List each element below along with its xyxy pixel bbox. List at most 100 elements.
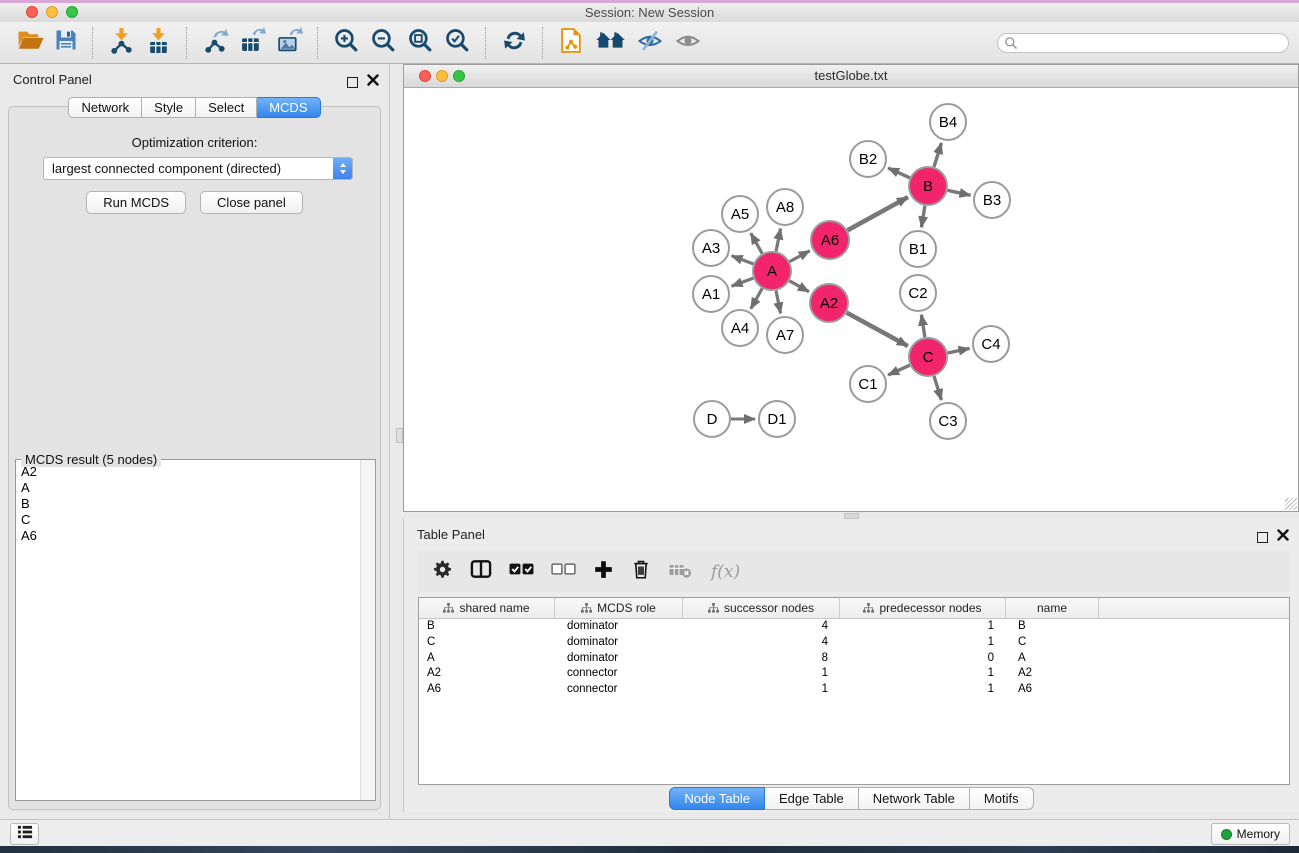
node-A3[interactable]: A3 — [693, 230, 729, 266]
cell[interactable]: 1 — [840, 666, 1006, 682]
edge-C-C2[interactable] — [921, 315, 925, 338]
node-A1[interactable]: A1 — [693, 276, 729, 312]
cell[interactable]: 1 — [840, 619, 1006, 635]
cell[interactable]: 1 — [840, 635, 1006, 651]
table-row-c[interactable]: Cdominator41C — [419, 635, 1289, 651]
tab-edge-table[interactable]: Edge Table — [765, 787, 859, 810]
first-neighbors-button[interactable] — [595, 28, 626, 58]
cell[interactable]: A — [419, 651, 555, 667]
node-B[interactable]: B — [909, 167, 947, 205]
node-A6[interactable]: A6 — [811, 221, 849, 259]
cell[interactable]: A6 — [419, 682, 555, 698]
cell[interactable]: A — [1006, 651, 1099, 667]
run-mcds-button[interactable]: Run MCDS — [86, 191, 186, 214]
edge-B-B3[interactable] — [948, 190, 971, 195]
tab-mcds[interactable]: MCDS — [257, 97, 320, 118]
task-history-button[interactable] — [10, 823, 39, 845]
edge-A-A2[interactable] — [789, 281, 809, 292]
edge-A-A5[interactable] — [751, 233, 762, 253]
cell[interactable]: B — [1006, 619, 1099, 635]
search-input[interactable] — [997, 33, 1289, 53]
zoom-selected-button[interactable] — [444, 28, 471, 58]
delete-table-button[interactable] — [668, 559, 692, 584]
cell[interactable]: A6 — [1006, 682, 1099, 698]
tab-network[interactable]: Network — [68, 97, 142, 118]
node-A4[interactable]: A4 — [722, 310, 758, 346]
edge-A-A7[interactable] — [776, 291, 781, 314]
new-network-from-selection-button[interactable] — [558, 28, 585, 58]
close-panel-icon[interactable] — [367, 73, 379, 91]
select-all-button[interactable] — [509, 562, 534, 581]
result-scrollbar[interactable] — [360, 460, 375, 800]
cell[interactable]: 8 — [683, 651, 840, 667]
cell[interactable]: A2 — [419, 666, 555, 682]
edge-A2-C[interactable] — [847, 313, 908, 346]
node-C1[interactable]: C1 — [850, 366, 886, 402]
close-panel-icon[interactable] — [1277, 528, 1289, 546]
minimize-window-button[interactable] — [46, 6, 58, 18]
edge-B-B1[interactable] — [921, 206, 925, 228]
tab-node-table[interactable]: Node Table — [669, 787, 765, 810]
zoom-out-button[interactable] — [370, 28, 397, 58]
apply-layout-button[interactable] — [501, 28, 528, 58]
cell[interactable]: connector — [555, 666, 683, 682]
cell[interactable]: 1 — [683, 666, 840, 682]
result-item-c[interactable]: C — [17, 512, 360, 528]
resize-grip-icon[interactable] — [1285, 498, 1297, 510]
open-session-button[interactable] — [17, 28, 44, 58]
tab-select[interactable]: Select — [196, 97, 257, 118]
tab-style[interactable]: Style — [142, 97, 196, 118]
edge-A-A1[interactable] — [732, 278, 754, 286]
session-titlebar[interactable]: Session: New Session — [0, 3, 1299, 23]
vertical-divider-grip[interactable] — [396, 428, 403, 443]
memory-button[interactable]: Memory — [1211, 823, 1290, 845]
float-panel-icon[interactable] — [347, 77, 358, 88]
edge-A-A6[interactable] — [790, 251, 810, 262]
result-item-a[interactable]: A — [17, 480, 360, 496]
close-panel-button[interactable]: Close panel — [200, 191, 303, 214]
table-row-a2[interactable]: A2connector11A2 — [419, 666, 1289, 682]
criterion-select[interactable]: largest connected component (directed) — [43, 157, 353, 180]
deselect-all-button[interactable] — [551, 562, 576, 581]
mcds-result-list[interactable]: A2ABCA6 — [17, 461, 360, 799]
zoom-fit-button[interactable] — [407, 28, 434, 58]
edge-C-C3[interactable] — [934, 376, 941, 400]
delete-row-button[interactable] — [631, 558, 651, 585]
float-panel-icon[interactable] — [1257, 532, 1268, 543]
import-table-button[interactable] — [145, 28, 172, 58]
network-canvas[interactable]: B4B2BB3A5A8A6B1A3AA1C2A2A4A7C4CC1C3DD1 — [404, 88, 1298, 511]
network-graph[interactable]: B4B2BB3A5A8A6B1A3AA1C2A2A4A7C4CC1C3DD1 — [404, 88, 1298, 511]
node-A2[interactable]: A2 — [810, 284, 848, 322]
export-image-button[interactable] — [276, 28, 303, 58]
cell[interactable]: B — [419, 619, 555, 635]
export-network-button[interactable] — [202, 28, 229, 58]
edge-C-C1[interactable] — [888, 365, 910, 375]
node-B3[interactable]: B3 — [974, 182, 1010, 218]
table-row-a[interactable]: Adominator80A — [419, 651, 1289, 667]
table-row-b[interactable]: Bdominator41B — [419, 619, 1289, 635]
export-table-button[interactable] — [239, 28, 266, 58]
node-C4[interactable]: C4 — [973, 326, 1009, 362]
edge-A6-B[interactable] — [848, 197, 908, 230]
zoom-network-button[interactable] — [453, 70, 465, 82]
edge-B-B4[interactable] — [934, 143, 941, 167]
node-A8[interactable]: A8 — [767, 189, 803, 225]
function-builder-button[interactable]: f(x) — [709, 562, 740, 582]
cell[interactable]: 4 — [683, 619, 840, 635]
node-B1[interactable]: B1 — [900, 231, 936, 267]
node-B2[interactable]: B2 — [850, 141, 886, 177]
cell[interactable]: connector — [555, 682, 683, 698]
column-header-shared-name[interactable]: shared name — [419, 598, 555, 618]
node-A7[interactable]: A7 — [767, 317, 803, 353]
column-header-MCDS-role[interactable]: MCDS role — [555, 598, 683, 618]
import-network-button[interactable] — [108, 28, 135, 58]
tab-motifs[interactable]: Motifs — [970, 787, 1034, 810]
cell[interactable]: 1 — [683, 682, 840, 698]
node-table[interactable]: shared nameMCDS rolesuccessor nodesprede… — [418, 597, 1290, 785]
table-row-a6[interactable]: A6connector11A6 — [419, 682, 1289, 698]
cell[interactable]: A2 — [1006, 666, 1099, 682]
add-row-button[interactable] — [593, 559, 614, 585]
column-header-predecessor-nodes[interactable]: predecessor nodes — [840, 598, 1006, 618]
edge-B-B2[interactable] — [888, 168, 910, 178]
node-B4[interactable]: B4 — [930, 104, 966, 140]
